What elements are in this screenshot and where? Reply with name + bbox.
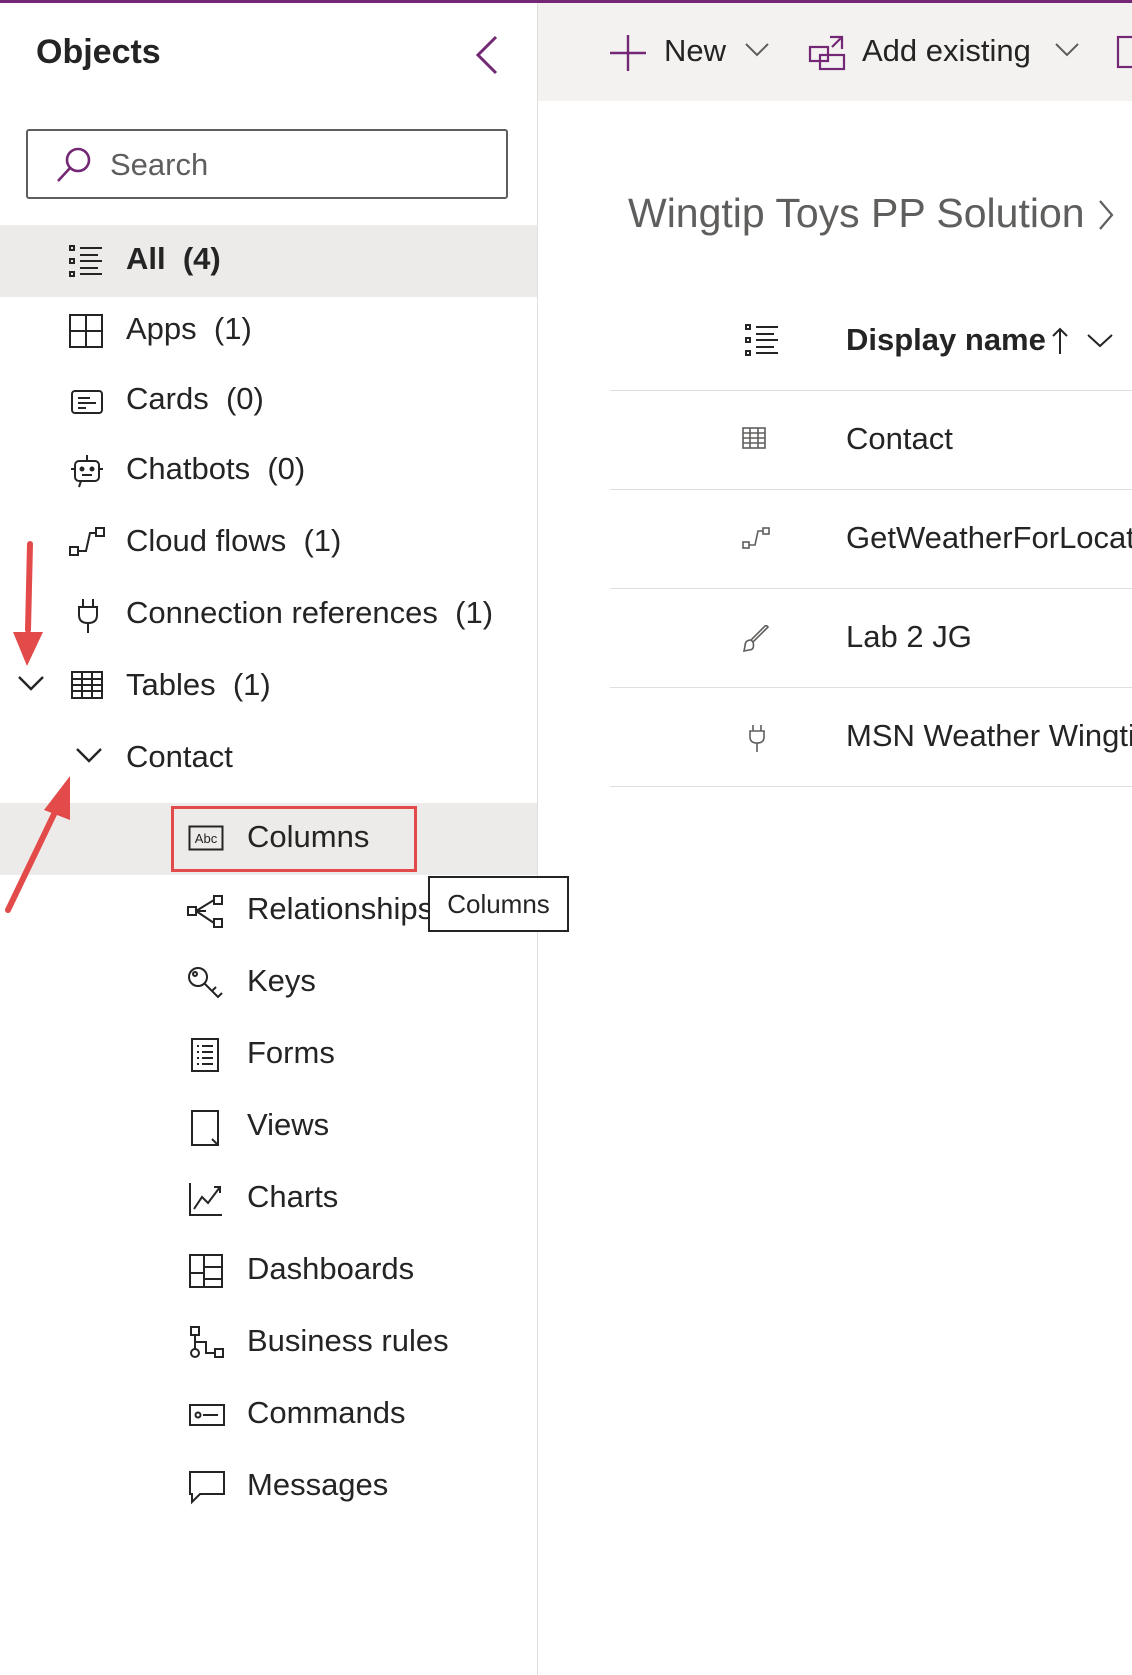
add-existing-icon [808, 35, 846, 71]
keys-icon [188, 967, 223, 999]
breadcrumb-solution[interactable]: Wingtip Toys PP Solution [628, 190, 1085, 237]
grid-header: Display name [610, 306, 1132, 391]
row-display-name[interactable]: Contact [846, 421, 953, 457]
pane-title: Objects [36, 33, 161, 71]
more-command-button[interactable] [1116, 3, 1132, 101]
tree-item-label: Chatbots (0) [126, 451, 306, 486]
select-all-list-icon[interactable] [744, 322, 780, 358]
table-icon [742, 427, 766, 449]
annotation-arrow-down [13, 541, 43, 666]
new-button[interactable]: New [608, 3, 769, 101]
table-icon [71, 671, 103, 699]
tree-item-apps[interactable]: Apps (1) [0, 295, 537, 367]
grid-row[interactable]: Contact [610, 391, 1132, 490]
collapse-pane-button[interactable] [470, 33, 506, 77]
tree-item-messages[interactable]: Messages [0, 1451, 537, 1523]
grid-row[interactable]: MSN Weather Wingtip [610, 688, 1132, 787]
search-box[interactable] [26, 129, 508, 199]
annotation-highlight-box [171, 806, 417, 872]
chevron-left-icon [475, 35, 498, 75]
tree-item-label: Charts [247, 1179, 339, 1214]
tree-item-forms[interactable]: Forms [0, 1019, 537, 1091]
tree-item-label: Commands [247, 1395, 406, 1430]
tree-item-contact[interactable]: Contact [0, 723, 537, 795]
all-list-icon [69, 245, 102, 277]
tree-item-label: Forms [247, 1035, 335, 1070]
plus-icon [610, 35, 646, 71]
display-name-column-header[interactable]: Display name [846, 322, 1046, 358]
pane-divider [537, 3, 538, 1675]
relationships-icon [187, 895, 223, 928]
grid-row[interactable]: Lab 2 JG [610, 589, 1132, 688]
chevron-down-icon [1055, 43, 1079, 57]
tree-item-cards[interactable]: Cards (0) [0, 365, 537, 437]
tree-item-label: Messages [247, 1467, 389, 1502]
tree-item-dashboards[interactable]: Dashboards [0, 1235, 537, 1307]
dashboard-icon [189, 1254, 223, 1288]
tree-item-tables[interactable]: Tables (1) [0, 651, 537, 723]
tree-item-label: Cloud flows (1) [126, 523, 342, 558]
search-icon [57, 147, 91, 182]
annotation-arrow-up [5, 776, 70, 913]
tree-item-label: Dashboards [247, 1251, 415, 1286]
tree-item-views[interactable]: Views [0, 1091, 537, 1163]
sort-ascending-icon [1052, 327, 1068, 354]
chatbot-icon [71, 455, 103, 488]
new-button-label: New [664, 33, 727, 68]
plug-icon [749, 725, 765, 752]
tree-item-label: Connection references (1) [126, 595, 494, 630]
commands-icon [189, 1404, 225, 1426]
row-display-name[interactable]: Lab 2 JG [846, 619, 972, 655]
tree-item-label: Apps (1) [126, 311, 252, 346]
cards-icon [71, 390, 103, 414]
tree-item-label: Relationships [247, 891, 434, 926]
tree-item-business-rules[interactable]: Business rules [0, 1307, 537, 1379]
tree-item-all[interactable]: All (4) [0, 225, 537, 297]
tree-item-connection-references[interactable]: Connection references (1) [0, 579, 537, 651]
chevron-down-icon[interactable] [74, 745, 104, 765]
message-icon [189, 1471, 225, 1505]
brush-icon [742, 625, 770, 653]
tree-item-label: Views [247, 1107, 330, 1142]
chevron-down-icon[interactable] [1086, 332, 1114, 350]
views-icon [191, 1110, 219, 1146]
add-existing-button[interactable]: Add existing [808, 3, 1108, 101]
grid-row[interactable]: GetWeatherForLocation [610, 490, 1132, 589]
row-display-name[interactable]: MSN Weather Wingtip [846, 718, 1132, 754]
cloud-flow-icon [69, 527, 105, 556]
tree-item-label: Cards (0) [126, 381, 264, 416]
chevron-down-icon[interactable] [16, 673, 46, 693]
chart-icon [189, 1183, 222, 1216]
panel-icon [1116, 35, 1132, 69]
tooltip: Columns [428, 876, 569, 932]
business-rules-icon [190, 1326, 224, 1358]
tree-item-label: Tables (1) [126, 667, 271, 702]
forms-icon [191, 1038, 219, 1072]
tree-item-label: All (4) [126, 241, 221, 276]
tree-item-label: Contact [126, 739, 233, 774]
tree-item-commands[interactable]: Commands [0, 1379, 537, 1451]
tree-item-chatbots[interactable]: Chatbots (0) [0, 435, 537, 507]
tree-item-charts[interactable]: Charts [0, 1163, 537, 1235]
chevron-down-icon [745, 43, 769, 57]
search-input[interactable] [108, 143, 492, 187]
add-existing-label: Add existing [862, 33, 1031, 68]
apps-icon [69, 314, 103, 348]
command-bar: New Add existing [538, 3, 1132, 101]
tree-item-label: Business rules [247, 1323, 449, 1358]
cloud-flow-icon [742, 527, 770, 549]
row-display-name[interactable]: GetWeatherForLocation [846, 520, 1132, 556]
tree-item-label: Keys [247, 963, 316, 998]
tree-item-keys[interactable]: Keys [0, 947, 537, 1019]
plug-icon [78, 599, 98, 633]
tree-item-cloud-flows[interactable]: Cloud flows (1) [0, 507, 537, 579]
chevron-right-icon [1099, 200, 1114, 230]
